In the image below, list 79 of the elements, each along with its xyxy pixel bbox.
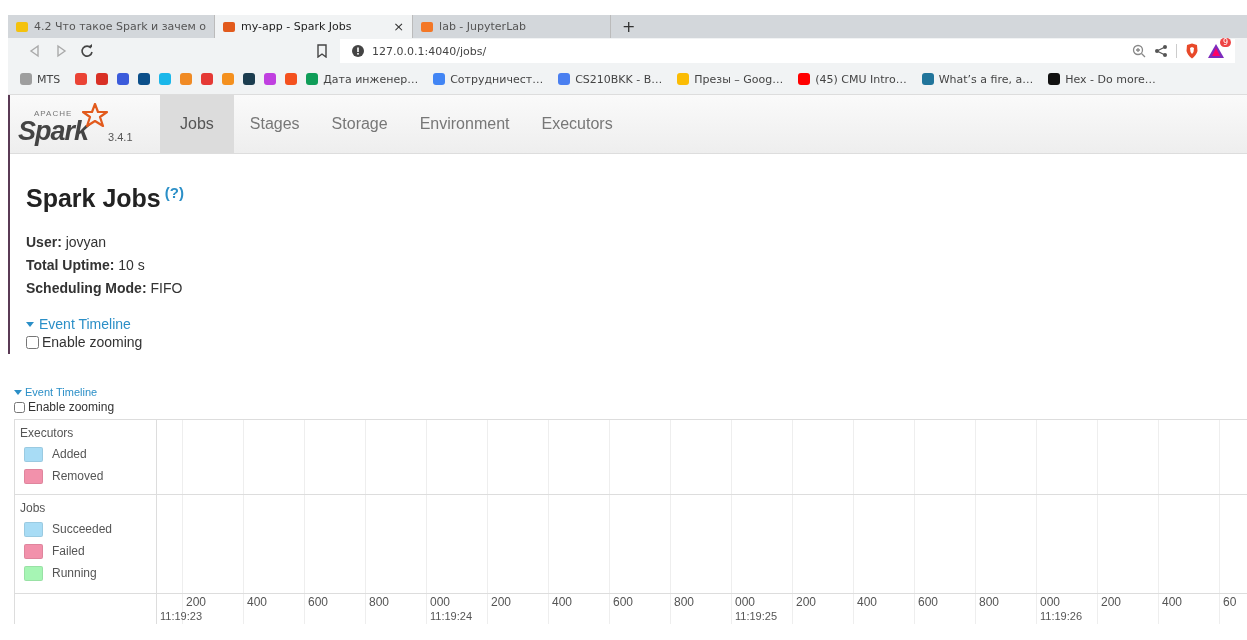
spark-logo[interactable]: APACHE Spark 3.4.1 <box>10 95 160 153</box>
axis-tick-label: 200 <box>796 595 817 610</box>
logo-wordmark: Spark <box>18 118 89 145</box>
lion-shield-icon[interactable] <box>1185 43 1199 59</box>
tab-title: my-app - Spark Jobs <box>241 20 353 33</box>
bookmark[interactable]: Презы – Goog… <box>677 72 784 86</box>
close-tab-button[interactable]: × <box>393 19 405 34</box>
group-label: Executors <box>20 426 75 441</box>
group-label: Jobs <box>20 501 47 516</box>
address-bar[interactable]: 127.0.0.1:4040/jobs/ 9 <box>340 39 1235 63</box>
nav-tab[interactable]: Environment <box>403 95 526 153</box>
browser-tab[interactable]: my-app - Spark Jobs × <box>215 15 414 38</box>
checkbox-label: Enable zooming <box>42 334 143 351</box>
axis-tick-label: 800 <box>979 595 1000 610</box>
share-icon[interactable] <box>1154 44 1168 58</box>
bookmark-icon[interactable] <box>138 73 151 85</box>
zoom-icon[interactable] <box>1132 44 1146 58</box>
url-text: 127.0.0.1:4040/jobs/ <box>372 44 487 58</box>
info-line: User: jovyan <box>26 233 108 253</box>
axis-time-label: 11:19:24 <box>430 610 472 623</box>
axis-tick-label: 200 <box>1101 595 1122 610</box>
checkbox[interactable] <box>26 335 39 349</box>
axis-tick-label: 400 <box>247 595 268 610</box>
axis-tick-label: 200 <box>186 595 207 610</box>
timeline-toggle[interactable]: Event Timeline <box>26 316 1247 333</box>
bookmark[interactable]: Дата инженер… <box>306 72 419 86</box>
back-icon[interactable] <box>28 44 42 58</box>
axis-time-label: 11:19:23 <box>160 610 202 623</box>
timeline-toggle[interactable]: Event Timeline <box>14 386 1247 399</box>
logo-caption: APACHE <box>34 110 74 118</box>
axis-tick-label: 60 <box>1223 595 1237 610</box>
bookmark-icon[interactable] <box>117 73 130 85</box>
axis-tick-label: 400 <box>857 595 878 610</box>
reload-icon[interactable] <box>80 44 94 58</box>
bookmark[interactable]: MTS <box>20 72 61 86</box>
page-title: Spark Jobs <box>26 184 161 213</box>
axis-tick-label: 600 <box>613 595 634 610</box>
bookmark[interactable]: CS210BKK - B… <box>558 72 663 86</box>
axis-tick-label: 200 <box>491 595 512 610</box>
bookmark-icon[interactable] <box>243 73 256 85</box>
bookmark-icon[interactable] <box>316 44 328 58</box>
info-line: Scheduling Mode: FIFO <box>26 279 184 299</box>
bookmark[interactable]: Hex - Do more… <box>1048 72 1156 86</box>
axis-tick-label: 400 <box>1162 595 1183 610</box>
nav-tab[interactable]: Jobs <box>160 95 234 153</box>
new-tab-button[interactable]: + <box>611 15 647 38</box>
axis-tick-label: 800 <box>369 595 390 610</box>
axis-time-label: 11:19:25 <box>735 610 777 623</box>
legend-label: Removed <box>52 469 104 484</box>
legend-label: Succeeded <box>52 522 113 537</box>
axis-tick-label: 000 <box>735 595 756 610</box>
axis-tick-label: 800 <box>674 595 695 610</box>
bookmark-icon[interactable] <box>96 73 109 85</box>
bookmark[interactable]: (45) CMU Intro… <box>798 72 907 86</box>
nav-tab[interactable]: Stages <box>233 95 316 153</box>
legend-label: Failed <box>52 544 85 559</box>
forward-icon[interactable] <box>54 44 68 58</box>
info-icon[interactable] <box>352 45 364 57</box>
nav-tab[interactable]: Executors <box>525 95 629 153</box>
checkbox-label: Enable zooming <box>28 400 115 415</box>
axis-tick-label: 000 <box>430 595 451 610</box>
tab-title: lab - JupyterLab <box>439 20 527 33</box>
axis-time-label: 11:19:26 <box>1040 610 1082 623</box>
notification-badge: 9 <box>1219 38 1231 47</box>
axis-tick-label: 600 <box>918 595 939 610</box>
legend-label: Running <box>52 566 97 581</box>
bookmark[interactable]: What’s a fire, a… <box>921 72 1034 86</box>
legend-label: Added <box>52 447 87 462</box>
nav-tab[interactable]: Storage <box>315 95 404 153</box>
bookmark[interactable]: Сотрудничест… <box>433 72 544 86</box>
triangle-icon[interactable] <box>1207 43 1225 59</box>
axis-tick-label: 000 <box>1040 595 1061 610</box>
axis-tick-label: 400 <box>552 595 573 610</box>
info-line: Total Uptime: 10 s <box>26 256 146 276</box>
axis-tick-label: 600 <box>308 595 329 610</box>
checkbox[interactable] <box>14 401 25 413</box>
help-link[interactable]: (?) <box>164 184 184 201</box>
tab-title: 4.2 Что такое Spark и зачем о <box>34 20 207 33</box>
version-label: 3.4.1 <box>108 131 133 143</box>
